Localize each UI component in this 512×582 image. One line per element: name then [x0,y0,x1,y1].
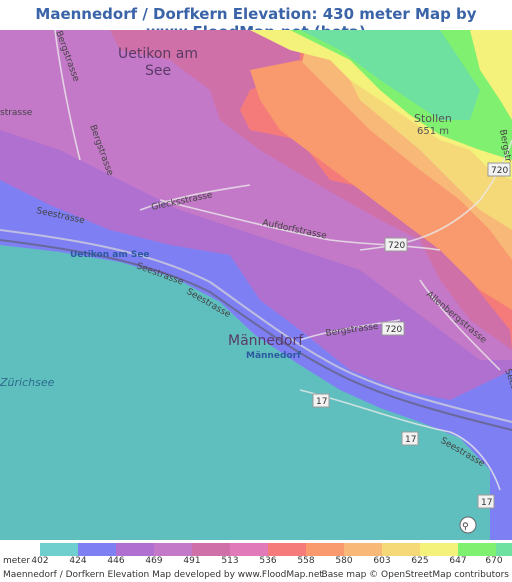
legend-tick: 580 [335,556,353,566]
elevation-map[interactable]: 720 720 720 17 17 17 Uetikon am See Ueti… [0,30,512,540]
shield-720-s-label: 720 [385,325,402,335]
legend-tick: 402 [31,556,49,566]
legend-tick: 603 [373,556,391,566]
legend-tick: 558 [297,556,315,566]
legend-tick: 513 [221,556,239,566]
shield-720-ne-label: 720 [491,166,508,176]
osm-badge: ⚲ [459,516,477,534]
footer: Maennedorf / Dorfkern Elevation Map deve… [0,570,512,582]
legend-swatch [306,543,344,556]
legend-swatches [40,543,512,556]
label-maennedorf-town: Männedorf [228,333,304,349]
label-maennedorf-station: Männedorf [246,351,301,361]
legend-swatch [496,543,512,556]
title-bar: Maennedorf / Dorfkern Elevation: 430 met… [0,0,512,41]
label-uetikon-station: Uetikon am See [70,250,150,260]
street-strasse-w: strasse [0,108,33,118]
legend-tick: 670 [485,556,503,566]
legend-swatch [230,543,268,556]
shield-17-a-label: 17 [316,397,327,407]
legend-ticks: meter 402 424 446 469 491 513 536 558 58… [0,556,512,570]
map-canvas: 720 720 720 17 17 17 Uetikon am See Ueti… [0,30,512,540]
legend-swatch [344,543,382,556]
legend-swatch [268,543,306,556]
legend-swatch [154,543,192,556]
label-uetikon-line1: Uetikon am [118,46,198,62]
legend-tick: 424 [69,556,87,566]
label-stollen-elev: 651 m [417,126,449,137]
label-lake: Zürichsee [0,376,55,389]
floodmap-frame: Maennedorf / Dorfkern Elevation: 430 met… [0,0,512,582]
legend-swatch [420,543,458,556]
legend-tick: 625 [411,556,429,566]
legend-tick: 446 [107,556,125,566]
legend-tick: 469 [145,556,163,566]
legend-swatch [458,543,496,556]
legend-swatch [116,543,154,556]
legend-tick: 647 [449,556,467,566]
osm-badge-text: ⚲ [462,522,469,532]
legend-unit: meter [3,556,31,566]
label-stollen: Stollen [414,112,452,125]
shield-17-c-label: 17 [481,498,492,508]
elevation-legend: meter 402 424 446 469 491 513 536 558 58… [0,540,512,582]
legend-swatch [192,543,230,556]
footer-credit: Maennedorf / Dorfkern Elevation Map deve… [3,570,323,580]
shield-17-b-label: 17 [405,435,416,445]
legend-tick: 491 [183,556,201,566]
legend-tick: 536 [259,556,277,566]
shield-720-mid-label: 720 [388,241,405,251]
legend-swatch [78,543,116,556]
footer-basemap-credit: Base map © OpenStreetMap contributors [321,570,509,580]
legend-swatch [382,543,420,556]
label-uetikon-line2: See [145,63,171,79]
legend-swatch [40,543,78,556]
